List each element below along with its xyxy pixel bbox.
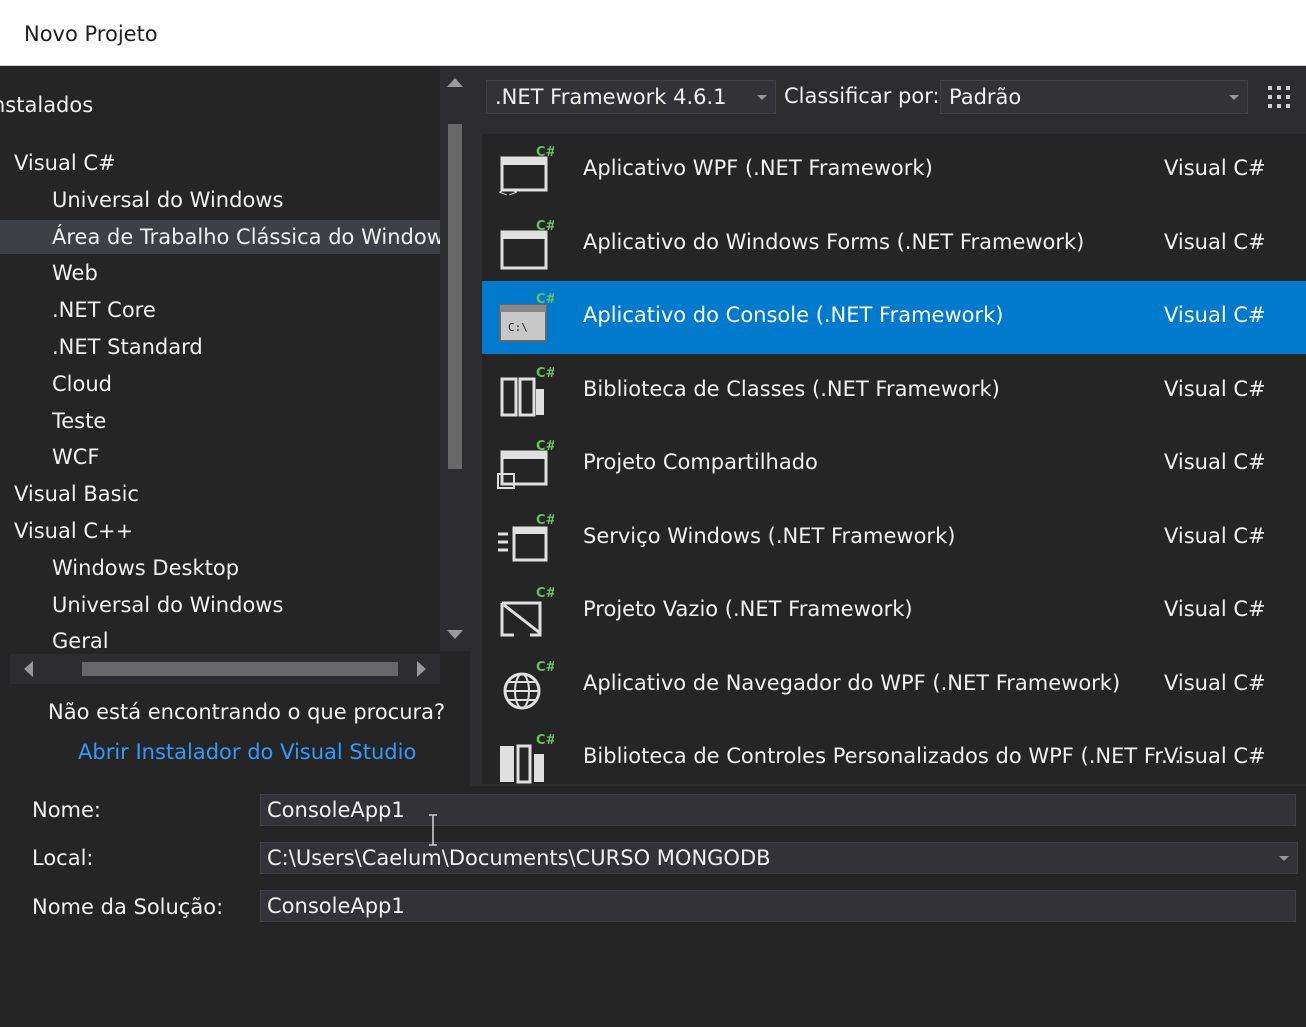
sort-label: Classificar por: xyxy=(784,84,940,108)
location-label: Local: xyxy=(32,846,94,870)
svg-text:C#: C# xyxy=(536,660,554,675)
template-language: Visual C# xyxy=(1164,229,1266,254)
tree-horizontal-scrollbar[interactable] xyxy=(10,654,440,684)
name-label: Nome: xyxy=(32,798,102,822)
category-panel: nstalados Visual C# Universal do Windows Á… xyxy=(0,66,470,786)
svg-text:C#: C# xyxy=(536,586,554,601)
tree-item[interactable]: WCF xyxy=(0,440,440,474)
framework-value: .NET Framework 4.6.1 xyxy=(495,85,727,109)
tree-root-installed[interactable]: nstalados xyxy=(0,88,432,122)
chevron-down-icon xyxy=(757,95,767,100)
not-found-text: Não está encontrando o que procura? xyxy=(48,700,446,724)
scroll-right-icon[interactable] xyxy=(417,661,426,677)
dialog-title: Novo Projeto xyxy=(24,22,158,46)
tree-vertical-scrollbar[interactable] xyxy=(440,66,470,651)
template-name: Aplicativo de Navegador do WPF (.NET Fra… xyxy=(583,670,1121,695)
template-language: Visual C# xyxy=(1164,303,1266,327)
svg-text:C#: C# xyxy=(536,733,554,748)
location-dropdown[interactable]: C:\Users\Caelum\Documents\CURSO MONGODB xyxy=(260,842,1298,874)
template-list: <> C# Aplicativo WPF (.NET Framework) Visua… xyxy=(482,134,1306,784)
wpf-browser-app-icon: C# xyxy=(496,659,557,713)
tree-item[interactable]: .NET Core xyxy=(0,293,440,327)
dialog-title-bar: Novo Projeto xyxy=(0,0,1306,66)
scroll-down-icon[interactable] xyxy=(447,630,463,639)
svg-text:C:\: C:\ xyxy=(508,321,528,334)
tree-item[interactable]: Windows Desktop xyxy=(0,551,440,585)
svg-text:C#: C# xyxy=(536,513,554,528)
solution-name-label: Nome da Solução: xyxy=(32,895,224,919)
template-item[interactable]: C# Aplicativo do Windows Forms (.NET Fram… xyxy=(482,208,1306,281)
empty-project-icon: C# xyxy=(496,585,557,639)
tree-item[interactable]: Visual Basic xyxy=(0,477,440,511)
template-language: Visual C# xyxy=(1164,670,1266,695)
template-language: Visual C# xyxy=(1164,523,1266,548)
wpf-custom-control-library-icon: C# xyxy=(496,732,557,784)
console-app-icon: C:\ C# xyxy=(496,291,557,345)
tree-item[interactable]: Universal do Windows xyxy=(0,183,440,217)
wpf-app-icon: <> C# xyxy=(496,144,557,199)
shared-project-icon: C# xyxy=(496,438,557,492)
templates-panel: .NET Framework 4.6.1 Classificar por: Pa… xyxy=(470,66,1306,786)
grid-view-icon[interactable] xyxy=(1266,84,1292,112)
location-value: C:\Users\Caelum\Documents\CURSO MONGODB xyxy=(267,846,771,870)
sort-value: Padrão xyxy=(949,85,1022,109)
template-item[interactable]: <> C# Aplicativo WPF (.NET Framework) Visua… xyxy=(482,134,1306,207)
template-item[interactable]: C:\ C# Aplicativo do Console (.NET Framewo… xyxy=(482,281,1306,354)
template-item[interactable]: C# Biblioteca de Controles Personalizados… xyxy=(482,722,1306,784)
template-name: Aplicativo do Console (.NET Framework) xyxy=(583,303,1004,327)
template-name: Biblioteca de Controles Personalizados d… xyxy=(583,744,1182,768)
svg-text:<>: <> xyxy=(498,185,518,198)
category-tree: nstalados Visual C# Universal do Windows Á… xyxy=(0,66,440,651)
template-name: Projeto Vazio (.NET Framework) xyxy=(583,597,913,621)
tree-item[interactable]: .NET Standard xyxy=(0,330,440,364)
framework-dropdown[interactable]: .NET Framework 4.6.1 xyxy=(486,80,776,114)
template-language: Visual C# xyxy=(1164,376,1266,401)
chevron-down-icon xyxy=(1229,95,1239,100)
template-name: Serviço Windows (.NET Framework) xyxy=(583,523,956,548)
scroll-thumb-horizontal[interactable] xyxy=(82,662,398,676)
template-language: Visual C# xyxy=(1164,597,1266,621)
template-name: Biblioteca de Classes (.NET Framework) xyxy=(583,376,1000,401)
project-form: Nome: Local: C:\Users\Caelum\Documents\C… xyxy=(0,786,1306,1027)
tree-item[interactable]: Área de Trabalho Clássica do Window: xyxy=(0,219,440,254)
template-item[interactable]: C# Aplicativo de Navegador do WPF (.NET F… xyxy=(482,649,1306,722)
svg-text:C#: C# xyxy=(536,219,554,234)
scroll-thumb[interactable] xyxy=(448,124,462,469)
svg-text:C#: C# xyxy=(536,366,554,381)
sort-dropdown[interactable]: Padrão xyxy=(940,80,1248,114)
templates-toolbar: .NET Framework 4.6.1 Classificar por: Pa… xyxy=(470,66,1306,128)
svg-text:C#: C# xyxy=(536,439,554,454)
template-language: Visual C# xyxy=(1164,744,1266,768)
svg-text:C#: C# xyxy=(536,292,554,307)
open-installer-link[interactable]: Abrir Instalador do Visual Studio xyxy=(78,740,416,764)
tree-item[interactable]: Geral xyxy=(0,624,440,651)
scroll-left-icon[interactable] xyxy=(24,661,33,677)
template-name: Projeto Compartilhado xyxy=(583,450,818,474)
template-item[interactable]: C# Serviço Windows (.NET Framework) Visual… xyxy=(482,502,1306,575)
template-item[interactable]: C# Projeto Compartilhado Visual C# xyxy=(482,428,1306,501)
tree-item[interactable]: Cloud xyxy=(0,367,440,401)
template-name: Aplicativo WPF (.NET Framework) xyxy=(583,156,933,180)
template-item[interactable]: C# Biblioteca de Classes (.NET Framework)… xyxy=(482,355,1306,428)
template-item[interactable]: C# Projeto Vazio (.NET Framework) Visual C… xyxy=(482,575,1306,648)
solution-name-input[interactable] xyxy=(260,890,1296,922)
windows-service-icon: C# xyxy=(496,512,557,566)
tree-item[interactable]: Web xyxy=(0,256,440,290)
tree-item[interactable]: Universal do Windows xyxy=(0,588,440,622)
chevron-down-icon xyxy=(1279,856,1289,861)
scroll-up-icon[interactable] xyxy=(447,78,463,87)
tree-item[interactable]: Visual C# xyxy=(0,146,440,180)
tree-item[interactable]: Teste xyxy=(0,404,440,438)
winforms-app-icon: C# xyxy=(496,218,557,272)
project-name-input[interactable] xyxy=(260,794,1296,826)
template-name: Aplicativo do Windows Forms (.NET Framew… xyxy=(583,229,1085,254)
template-language: Visual C# xyxy=(1164,450,1266,474)
svg-text:C#: C# xyxy=(536,145,554,160)
class-library-icon: C# xyxy=(496,365,557,419)
text-cursor-icon xyxy=(429,814,437,846)
template-language: Visual C# xyxy=(1164,156,1266,180)
tree-item[interactable]: Visual C++ xyxy=(0,514,440,548)
